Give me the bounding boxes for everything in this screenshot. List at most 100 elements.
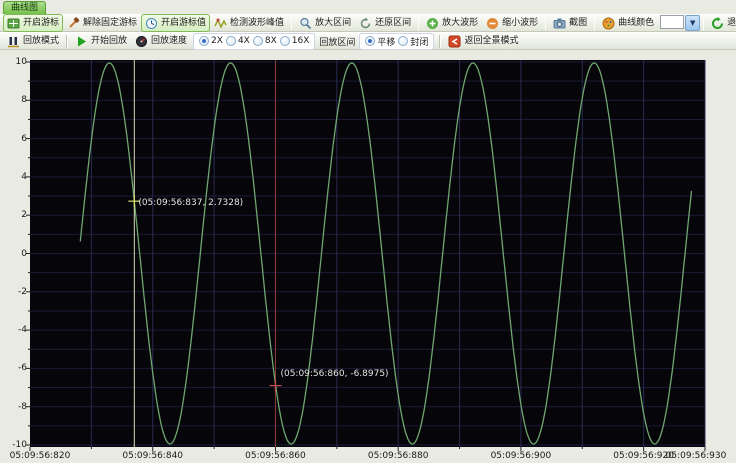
playback-toolbar: 回放模式 开始回放 回放速度 2X 4X 8X 16X 回放区间 平移 封闭 返…: [0, 32, 736, 50]
button-label: 回放模式: [23, 35, 60, 46]
toolbar-separator: [545, 16, 547, 30]
button-label: 截图: [569, 17, 588, 28]
y-tick-label: 0: [21, 248, 27, 259]
playback-mode-icon: [7, 35, 20, 48]
x-tick-label: 05:09:56:900: [490, 451, 552, 461]
speed-option-2x[interactable]: 2X: [199, 36, 223, 46]
return-panorama-icon: [448, 35, 461, 48]
curve-color-picker: ▼: [660, 15, 701, 31]
speed-option-8x[interactable]: 8X: [252, 36, 277, 46]
radio-icon: [199, 36, 210, 46]
playback-speed-button[interactable]: 回放速度: [131, 32, 191, 50]
y-tick-label: -8: [18, 401, 27, 412]
playback-range-label: 回放区间: [319, 37, 356, 48]
zoom-in-wave-button[interactable]: 放大波形: [422, 14, 482, 32]
toolbar-separator: [594, 16, 596, 30]
return-panorama-button[interactable]: 返回全景模式: [444, 32, 522, 50]
button-label: 还原区间: [375, 17, 412, 28]
range-option-closed[interactable]: 封闭: [398, 35, 428, 48]
zoom-in-wave-icon: [426, 17, 439, 30]
cursor-icon: [7, 17, 20, 30]
speed-option-4x[interactable]: 4X: [225, 36, 250, 46]
chevron-down-icon[interactable]: ▼: [685, 15, 701, 31]
palette-icon: [602, 17, 615, 30]
radio-label: 平移: [377, 37, 396, 48]
detect-peak-button[interactable]: 检测波形峰值: [210, 14, 288, 32]
button-label: 开启游标值: [161, 17, 207, 28]
radio-label: 4X: [237, 36, 250, 46]
screenshot-button[interactable]: 截图: [549, 14, 591, 32]
cursor-toolbar: 开启游标 解除固定游标 开启游标值 检测波形峰值 放大区间 还原区间 放大波形: [0, 14, 736, 32]
button-label: 缩小波形: [502, 17, 539, 28]
radio-label: 16X: [291, 36, 310, 46]
open-cursor-value-button[interactable]: 开启游标值: [141, 14, 211, 32]
range-radio-group: 平移 封闭: [359, 32, 435, 50]
y-tick-label: 4: [21, 171, 27, 182]
button-label: 回放速度: [151, 35, 188, 46]
start-playback-button[interactable]: 开始回放: [71, 32, 131, 50]
release-fixed-cursor-button[interactable]: 解除固定游标: [63, 14, 141, 32]
exit-button[interactable]: 退出: [707, 14, 736, 32]
button-label: 开始回放: [91, 35, 128, 46]
restore-range-button[interactable]: 还原区间: [355, 14, 415, 32]
x-tick-label: 05:09:56:880: [367, 451, 429, 461]
zoom-out-wave-button[interactable]: 缩小波形: [482, 14, 542, 32]
waveform-chart-panel: 10 8 6 4 2 0 -2 -4 -6 -8 -10 05:09:56:82…: [0, 50, 736, 463]
radio-label: 8X: [264, 36, 277, 46]
toolbar-separator: [66, 34, 69, 48]
button-label: 放大区间: [315, 17, 352, 28]
tab-curve-chart[interactable]: 曲线图: [3, 1, 47, 14]
button-label: 检测波形峰值: [230, 17, 285, 28]
y-tick-label: -2: [18, 286, 27, 297]
radio-icon: [225, 36, 236, 46]
radio-label: 封闭: [410, 37, 429, 48]
x-tick-label: 05:09:56:820: [9, 451, 71, 461]
button-label: 曲线颜色: [618, 17, 655, 28]
magnifier-icon: [299, 17, 312, 30]
toolbar-separator: [291, 16, 293, 30]
y-tick-label: 8: [21, 95, 27, 106]
toolbar-separator: [418, 16, 420, 30]
x-tick-label: 05:09:56:840: [122, 451, 184, 461]
open-cursor-button[interactable]: 开启游标: [3, 14, 64, 32]
y-tick-label: 2: [21, 210, 27, 221]
color-swatch[interactable]: [660, 15, 685, 29]
button-label: 解除固定游标: [83, 17, 138, 28]
radio-label: 2X: [211, 36, 223, 46]
y-tick-label: -6: [18, 363, 27, 374]
y-tick-label: -10: [12, 440, 27, 450]
exit-icon: [711, 16, 724, 30]
button-label: 返回全景模式: [464, 35, 519, 46]
y-tick-label: 6: [21, 133, 27, 144]
cursor-1-readout: (05:09:56:837, 2.7328): [138, 198, 244, 209]
radio-icon: [398, 36, 409, 46]
y-tick-label: 10: [15, 57, 27, 67]
toolbar-separator: [703, 16, 705, 30]
tab-bar: 曲线图: [0, 0, 736, 14]
camera-icon: [553, 17, 566, 30]
speed-option-16x[interactable]: 16X: [279, 36, 310, 46]
x-tick-label: 05:09:56:860: [245, 451, 306, 461]
unpin-icon: [67, 16, 80, 30]
radio-icon: [365, 36, 376, 46]
button-label: 开启游标: [23, 17, 60, 28]
speedometer-icon: [135, 35, 148, 48]
radio-icon: [279, 36, 290, 46]
peak-detect-icon: [214, 17, 227, 30]
radio-icon: [252, 36, 263, 46]
play-icon: [75, 35, 88, 48]
button-label: 退出: [727, 17, 736, 28]
range-option-pan[interactable]: 平移: [365, 35, 395, 48]
playback-mode-button[interactable]: 回放模式: [3, 32, 63, 50]
button-label: 放大波形: [442, 17, 479, 28]
waveform-plot[interactable]: [0, 50, 736, 463]
cursor-2-readout: (05:09:56:860, -6.8975): [280, 368, 389, 379]
toolbar-separator: [439, 34, 442, 48]
speed-radio-group: 2X 4X 8X 16X: [193, 32, 316, 50]
zoom-range-button[interactable]: 放大区间: [295, 14, 355, 32]
zoom-out-wave-icon: [486, 17, 499, 30]
restore-icon: [359, 17, 372, 30]
waveform-app-window: 曲线图 开启游标 解除固定游标 开启游标值 检测波形峰值 放大区间 还原区间 放…: [0, 0, 736, 463]
curve-color-button[interactable]: 曲线颜色: [598, 14, 658, 32]
cursor-value-icon: [145, 17, 158, 30]
